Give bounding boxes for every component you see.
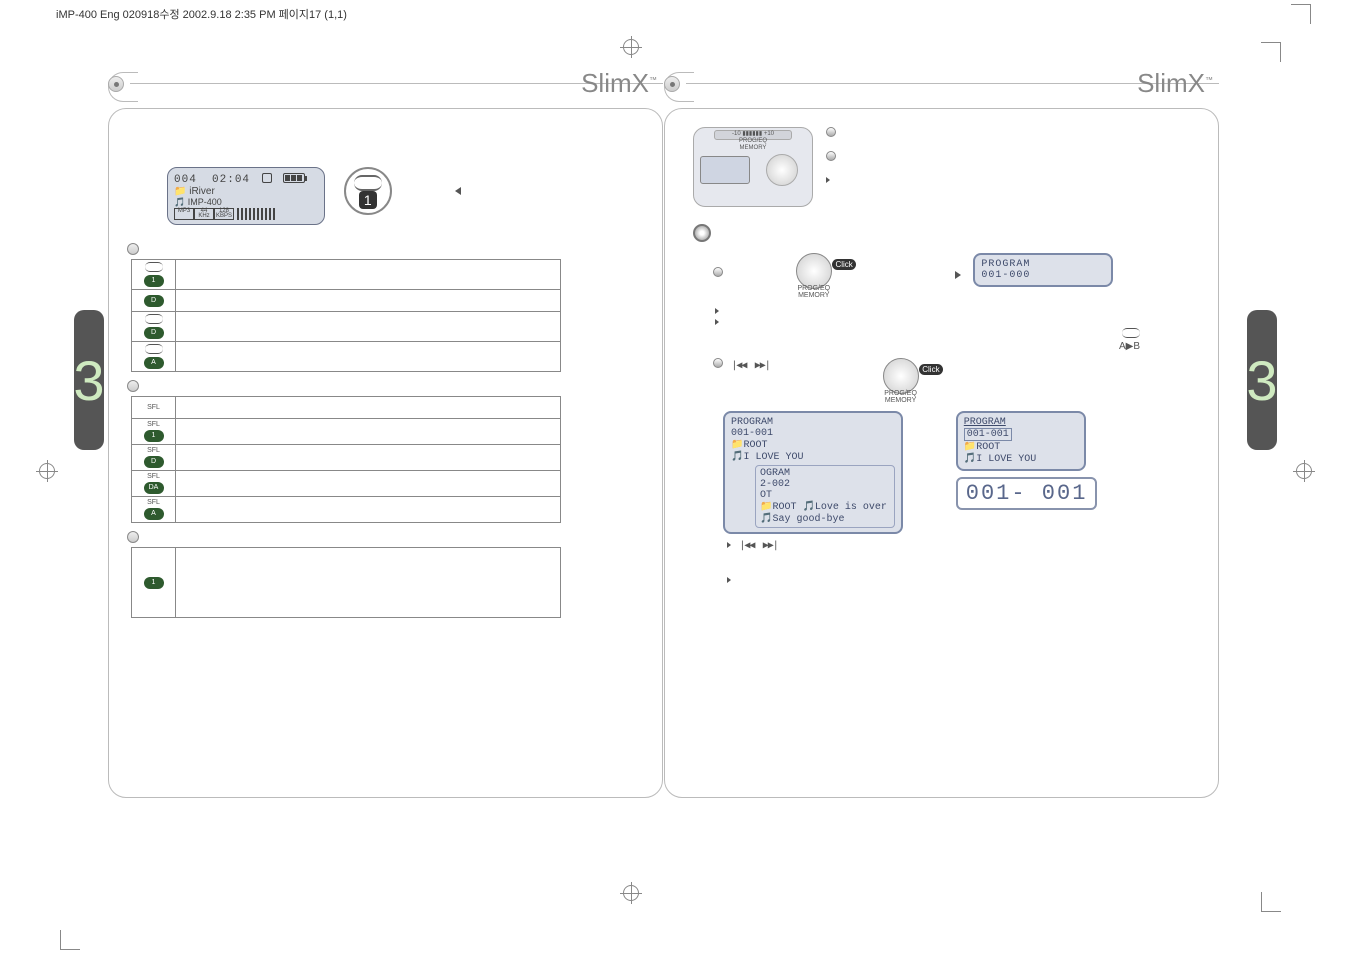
mode-badge: 1 — [144, 275, 164, 287]
program-lcd-expanded: PROGRAM 001-001 📁ROOT 🎵I LOVE YOU OGRAM … — [723, 411, 903, 534]
program-lcd: PROGRAM 001-000 — [973, 253, 1113, 287]
crop-mark — [1261, 892, 1281, 912]
device-illustration: -10 ▮▮▮▮▮▮ +10PROG/EQMEMORY — [693, 127, 813, 207]
mode-badge: D — [144, 456, 164, 468]
program-number-zoom: 001- 001 — [956, 477, 1098, 510]
mode-badge: A — [144, 508, 164, 520]
prog-eq-knob: Click PROG/EQMEMORY — [873, 358, 929, 402]
repeat-number: 1 — [359, 191, 377, 209]
note-arrow-icon — [715, 319, 719, 325]
ab-repeat-label: A▶B — [1119, 341, 1140, 352]
shuffle-mode-table: SFL SFL1 SFLD SFLDA SFLA — [131, 396, 561, 523]
crop-mark — [1291, 4, 1311, 24]
register-mark — [1293, 460, 1315, 482]
right-arrow-icon — [955, 271, 961, 279]
repeat-icon — [145, 344, 163, 354]
chapter-tab-3: 3 — [1247, 310, 1277, 450]
sfl-label: SFL — [136, 404, 171, 411]
manual-page-right: SlimX™ -10 ▮▮▮▮▮▮ +10PROG/EQMEMORY Click… — [664, 68, 1219, 808]
section-bullet — [127, 380, 139, 392]
brand-logo: SlimX™ — [581, 68, 657, 99]
mode-badge: 1 — [144, 577, 164, 589]
play-icon — [826, 177, 830, 183]
svg-text:3: 3 — [1247, 349, 1277, 412]
register-mark — [36, 460, 58, 482]
repeat-icon — [145, 262, 163, 272]
repeat-icon — [145, 314, 163, 324]
repeat-mode-table: 1 D D A — [131, 259, 561, 372]
brand-bar: SlimX™ — [664, 68, 1219, 102]
chapter-tab-3: 3 — [74, 310, 104, 450]
led-icon — [826, 127, 836, 137]
prev-track-icon: |◀◀ — [731, 360, 746, 371]
svg-text:3: 3 — [74, 349, 104, 412]
mode-badge: A — [144, 357, 164, 369]
crop-mark — [60, 930, 80, 950]
register-mark — [620, 36, 642, 58]
manual-page-left: SlimX™ 004 02:04 📁 iRiver 🎵 IMP-400 MP34… — [108, 68, 663, 808]
brand-bar: SlimX™ — [108, 68, 663, 102]
next-track-icon: ▶▶| — [755, 360, 770, 371]
program-lcd-result: PROGRAM 001-001 📁ROOT 🎵I LOVE YOU — [956, 411, 1086, 471]
next-track-icon: ▶▶| — [763, 540, 778, 551]
left-arrow-icon — [455, 187, 461, 195]
repeat-callout: 1 — [344, 167, 392, 215]
note-arrow-icon — [727, 577, 731, 583]
mode-badge: D — [144, 295, 164, 307]
note-arrow-icon — [715, 308, 719, 314]
brand-logo: SlimX™ — [1137, 68, 1213, 99]
section-bullet — [127, 531, 139, 543]
note-arrow-icon — [727, 542, 731, 548]
led-icon — [826, 151, 836, 161]
mode-badge: D — [144, 327, 164, 339]
player-lcd: 004 02:04 📁 iRiver 🎵 IMP-400 MP344 KHz12… — [167, 167, 325, 225]
crop-mark — [1261, 42, 1281, 62]
register-mark — [620, 882, 642, 904]
bullet-icon — [713, 358, 723, 368]
mode-badge: 1 — [144, 430, 164, 442]
prev-track-icon: |◀◀ — [739, 540, 754, 551]
mode-badge: DA — [144, 482, 164, 494]
prog-eq-knob: Click PROG/EQMEMORY — [786, 253, 842, 297]
section-bullet — [127, 243, 139, 255]
led-icon — [693, 224, 711, 242]
intro-mode-table: 1 — [131, 547, 561, 618]
bullet-icon — [713, 267, 723, 277]
doc-header: iMP-400 Eng 020918수정 2002.9.18 2:35 PM 페… — [56, 6, 347, 22]
repeat-icon — [1122, 328, 1140, 338]
